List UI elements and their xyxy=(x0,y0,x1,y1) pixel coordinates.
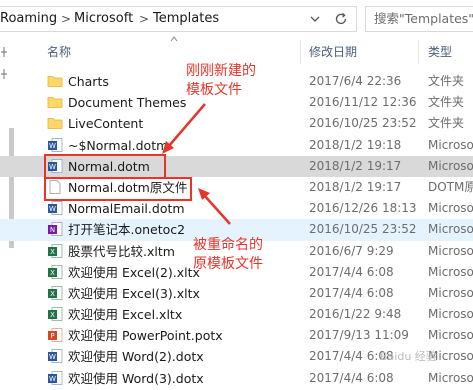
file-date: 2017/4/4 6:08 xyxy=(309,285,394,300)
file-name[interactable]: Document Themes xyxy=(68,92,186,113)
file-name[interactable]: 欢迎使用 Excel(3).xltx xyxy=(68,283,200,304)
excel-template-icon: X xyxy=(47,285,63,301)
file-type: Microso xyxy=(428,285,473,300)
file-date: 2017/4/4 6:08 xyxy=(309,370,394,385)
file-date: 2017/6/4 22:36 xyxy=(309,74,402,88)
file-type: Microso xyxy=(428,307,473,322)
file-name[interactable]: Charts xyxy=(68,71,109,92)
breadcrumb-separator-icon[interactable]: > xyxy=(139,7,149,31)
search-input[interactable]: 搜索"Templates" xyxy=(365,6,473,32)
column-divider[interactable] xyxy=(300,40,301,64)
svg-text:W: W xyxy=(49,205,56,213)
file-type: Microso xyxy=(428,201,473,216)
svg-text:W: W xyxy=(49,375,56,383)
file-date: 2016/11/12 12:36 xyxy=(309,95,417,110)
column-header-date[interactable]: 修改日期 xyxy=(309,38,357,66)
file-type: Microso xyxy=(428,264,473,279)
file-type: 文件夹 xyxy=(428,116,465,131)
annotation-new-template: 刚刚新建的 模板文件 xyxy=(186,62,256,100)
file-type: Microso xyxy=(428,222,473,237)
svg-text:X: X xyxy=(50,248,55,256)
address-bar: Roaming > Microsoft > Templates 搜索"Templ… xyxy=(0,0,473,38)
file-row[interactable]: LiveContent 2016/10/25 23:52 文件夹 xyxy=(0,113,473,134)
file-type: Microso xyxy=(428,370,473,385)
file-date: 2016/10/25 23:52 xyxy=(309,222,417,237)
annotation-line: 模板文件 xyxy=(186,82,242,98)
word-template-icon: W xyxy=(47,348,63,364)
powerpoint-template-icon: P xyxy=(47,327,63,343)
file-date: 2016/6/7 9:29 xyxy=(309,243,394,258)
file-name[interactable]: 股票代号比较.xltm xyxy=(68,241,175,262)
file-date: 2018/1/2 19:17 xyxy=(309,158,402,173)
file-name[interactable]: 欢迎使用 Word(3).dotx xyxy=(68,368,204,389)
file-date: 2016/10/25 23:52 xyxy=(309,116,417,131)
folder-icon xyxy=(47,73,63,89)
search-placeholder: 搜索"Templates" xyxy=(374,11,473,26)
excel-template-icon: X xyxy=(47,264,63,280)
file-date: 2018/1/2 19:18 xyxy=(309,137,402,152)
file-date: 2016/12/26 18:13 xyxy=(309,201,417,216)
word-template-icon: W xyxy=(47,137,63,153)
annotation-line: 原模板文件 xyxy=(193,256,263,272)
svg-text:X: X xyxy=(50,290,55,298)
file-row[interactable]: W ~$Normal.dotm 2018/1/2 19:18 Microso xyxy=(0,135,473,156)
svg-text:P: P xyxy=(50,332,54,340)
file-type: DOTM原 xyxy=(428,179,473,194)
column-divider[interactable] xyxy=(418,40,419,64)
file-type: 文件夹 xyxy=(428,95,465,110)
file-date: 2016/1/22 9:48 xyxy=(309,307,402,322)
svg-text:W: W xyxy=(49,353,56,361)
file-row[interactable]: P 欢迎使用 PowerPoint.potx 2017/9/13 11:09 Micr… xyxy=(0,325,473,346)
file-name[interactable]: 欢迎使用 PowerPoint.potx xyxy=(68,325,223,346)
file-list: Charts 2017/6/4 22:36 文件夹 Document Themes 20… xyxy=(0,71,473,389)
file-row[interactable]: X 欢迎使用 Excel.xltx 2016/1/22 9:48 Microso xyxy=(0,304,473,325)
file-date: 2017/9/13 11:09 xyxy=(309,328,409,343)
file-name[interactable]: 欢迎使用 Excel(2).xltx xyxy=(68,262,200,283)
file-name[interactable]: ~$Normal.dotm xyxy=(68,135,168,156)
onenote-icon: N xyxy=(47,221,63,237)
refresh-icon[interactable] xyxy=(333,11,349,27)
file-row[interactable]: W NormalEmail.dotm 2016/12/26 18:13 Microso xyxy=(0,198,473,219)
file-name[interactable]: 打开笔记本.onetoc2 xyxy=(68,219,185,240)
breadcrumb-templates[interactable]: Templates xyxy=(153,7,219,31)
word-template-icon: W xyxy=(47,370,63,386)
highlight-box-renamed-template xyxy=(44,177,192,201)
file-row[interactable]: W 欢迎使用 Word(3).dotx 2017/4/4 6:08 Microso xyxy=(0,368,473,389)
folder-icon xyxy=(47,94,63,110)
annotation-line: 刚刚新建的 xyxy=(186,63,256,79)
breadcrumb-separator-icon[interactable]: > xyxy=(61,7,71,31)
svg-text:X: X xyxy=(50,269,55,277)
folder-icon xyxy=(47,115,63,131)
file-type: Microso xyxy=(428,158,473,173)
file-date: 2017/4/4 6:08 xyxy=(309,264,394,279)
file-name[interactable]: 欢迎使用 Excel.xltx xyxy=(68,304,182,325)
sort-arrow-icon xyxy=(170,36,178,42)
excel-template-icon: X xyxy=(47,243,63,259)
file-type: Microso xyxy=(428,328,473,343)
svg-text:W: W xyxy=(49,142,56,150)
file-type: Microso xyxy=(428,137,473,152)
annotation-line: 被重命名的 xyxy=(193,237,263,253)
file-name[interactable]: NormalEmail.dotm xyxy=(68,198,185,219)
address-box[interactable]: Roaming > Microsoft > Templates xyxy=(0,6,357,32)
pin-icon[interactable] xyxy=(0,46,8,58)
file-type: Microso xyxy=(428,243,473,258)
breadcrumb-microsoft[interactable]: Microsoft xyxy=(74,7,133,31)
column-header-type[interactable]: 类型 xyxy=(428,38,452,66)
svg-text:N: N xyxy=(50,226,55,234)
chevron-down-icon[interactable] xyxy=(310,14,320,24)
svg-text:X: X xyxy=(50,311,55,319)
file-date: 2018/1/2 19:17 xyxy=(309,179,402,194)
file-name[interactable]: 欢迎使用 Word(2).dotx xyxy=(68,346,204,367)
file-type: 文件夹 xyxy=(428,74,465,88)
excel-template-icon: X xyxy=(47,306,63,322)
word-template-icon: W xyxy=(47,200,63,216)
breadcrumb-roaming[interactable]: Roaming xyxy=(0,7,57,31)
file-row[interactable]: X 欢迎使用 Excel(3).xltx 2017/4/4 6:08 Microso xyxy=(0,283,473,304)
annotation-renamed-template: 被重命名的 原模板文件 xyxy=(193,236,263,274)
file-name[interactable]: LiveContent xyxy=(68,113,143,134)
highlight-box-new-template xyxy=(44,154,166,179)
watermark: Baidu 经验 xyxy=(380,350,437,363)
column-header-name[interactable]: 名称 xyxy=(47,38,71,66)
